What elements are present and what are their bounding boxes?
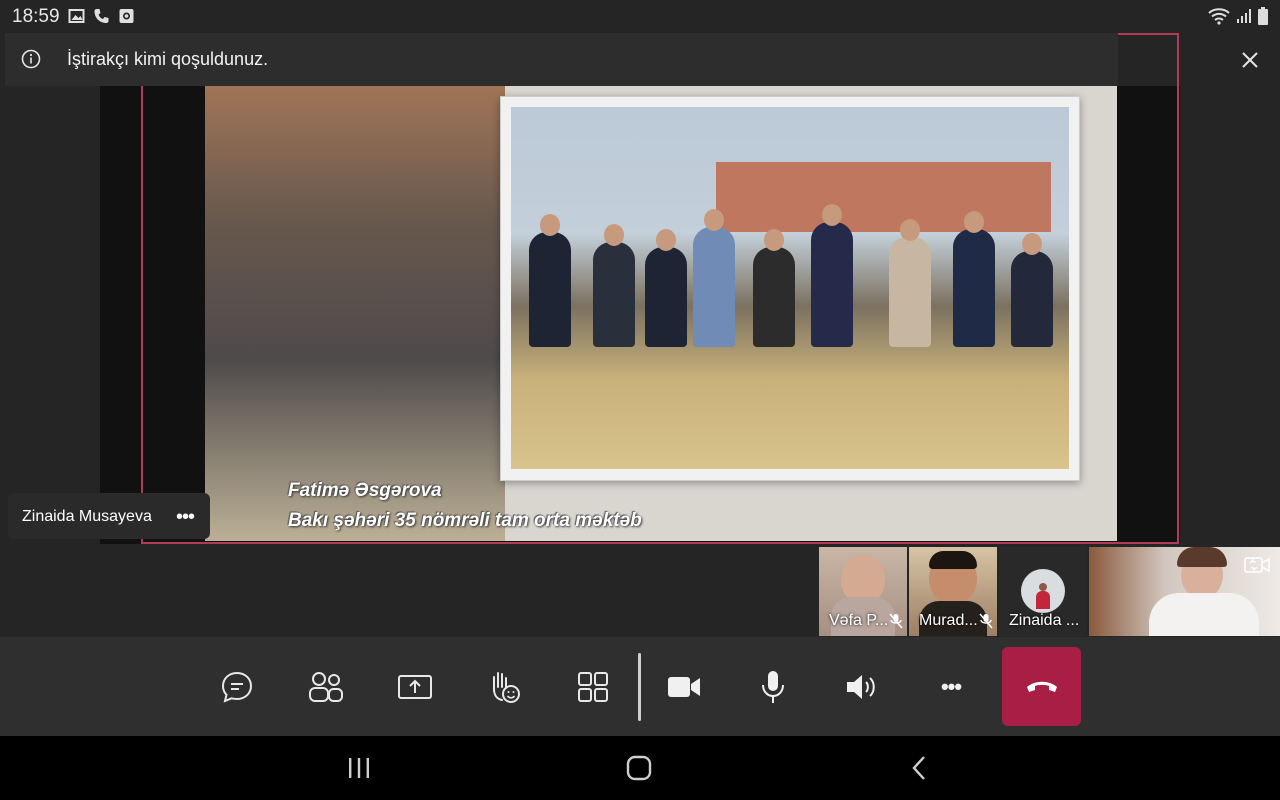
participant-name: Zinaida ... [1009,612,1080,629]
status-bar: 18:59 [0,0,1280,33]
mic-off-icon [889,613,903,629]
microphone-button[interactable] [753,667,793,707]
reactions-button[interactable] [484,667,524,707]
system-nav-bar [0,736,1280,800]
mic-off-icon [979,613,993,629]
back-icon [912,756,925,780]
self-view-tile[interactable] [1089,547,1280,636]
chat-icon [221,671,253,703]
signal-icon [1237,9,1251,23]
presenter-name: Zinaida Musayeva [22,508,152,525]
recents-icon [349,758,369,778]
participant-name: Murad... [919,612,978,629]
participant-name: Vəfa P... [829,612,889,629]
battery-icon [1258,7,1268,25]
participant-tile[interactable]: Murad... [909,547,997,636]
chat-button[interactable] [217,667,257,707]
hang-up-button[interactable] [1002,647,1081,726]
participants-button[interactable] [306,667,346,707]
screen-record-icon [119,9,134,23]
participant-tile[interactable]: Zinaida ... [999,547,1087,636]
close-icon[interactable] [1238,48,1262,72]
info-icon [21,49,41,69]
call-controls-bar: ••• [0,637,1280,736]
presenter-name-tag[interactable]: Zinaida Musayeva ••• [8,493,210,539]
notification-banner: İştirakçı kimi qoşuldunuz. [5,33,1118,86]
banner-message: İştirakçı kimi qoşuldunuz. [67,49,269,69]
speaker-button[interactable] [842,667,882,707]
recent-apps-button[interactable] [344,754,374,782]
more-options-button[interactable]: ••• [176,506,195,529]
switch-camera-icon[interactable] [1244,553,1270,577]
camera-icon [668,677,700,697]
participant-tile[interactable]: Vəfa P... [819,547,907,636]
microphone-icon [762,671,784,703]
more-button[interactable]: ••• [931,667,971,707]
gallery-view-button[interactable] [573,667,613,707]
image-icon [68,9,85,23]
avatar [1021,569,1065,613]
controls-divider [638,653,641,721]
hangup-icon [1026,681,1057,692]
camera-button[interactable] [664,667,704,707]
gallery-icon [578,672,608,702]
active-speaker-frame [141,33,1179,544]
share-icon [398,675,432,699]
speaker-icon [847,675,875,699]
participants-icon [309,672,343,702]
phone-icon [94,9,109,23]
status-time: 18:59 [12,6,60,27]
back-button[interactable] [904,754,934,782]
share-screen-button[interactable] [395,667,435,707]
raise-hand-icon [493,672,520,703]
home-icon [626,755,652,781]
home-button[interactable] [624,754,654,782]
wifi-icon [1208,8,1230,25]
meeting-screen: 18:59 Fatimə Əsgərova Bakı şəhəri 35 nöm… [0,0,1280,800]
